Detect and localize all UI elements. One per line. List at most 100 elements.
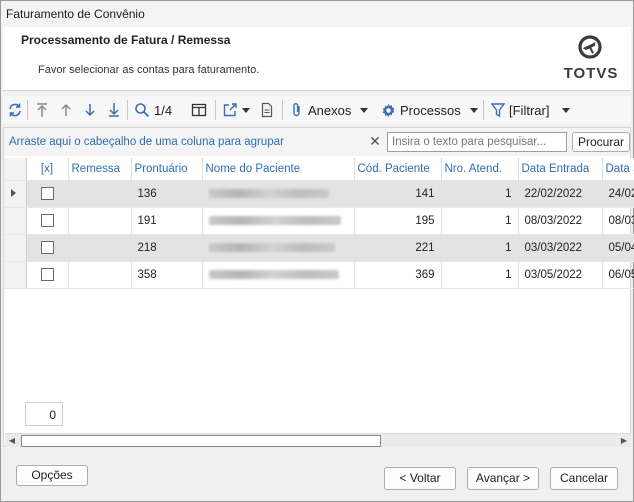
move-up-icon — [61, 103, 71, 116]
row-checkbox[interactable] — [40, 268, 54, 281]
data-entrada-cell: 03/03/2022 — [518, 234, 603, 262]
page-title: Processamento de Fatura / Remessa — [21, 33, 231, 47]
search-button[interactable]: Procurar — [572, 132, 630, 152]
table-header: [x] Remessa Prontuário Nome do Paciente … — [4, 158, 634, 181]
prontuario-cell: 218 — [131, 234, 203, 262]
columns-button[interactable] — [191, 100, 207, 120]
chevron-down-icon — [469, 108, 478, 113]
chevron-down-icon — [360, 108, 369, 113]
row-checkbox[interactable] — [40, 214, 54, 227]
table-row[interactable]: 191 195 1 08/03/2022 08/03 — [4, 207, 634, 235]
page-subtitle: Favor selecionar as contas para faturame… — [38, 64, 260, 76]
search-grid-button[interactable]: 1/4 — [134, 100, 172, 120]
logo-text: TOTVS — [563, 65, 619, 82]
column-header-cod-paciente[interactable]: Cód. Paciente — [354, 158, 442, 181]
column-header-remessa[interactable]: Remessa — [68, 158, 132, 181]
toolbar-separator — [127, 100, 128, 120]
move-down-button[interactable] — [82, 100, 98, 120]
next-button[interactable]: Avançar > — [467, 467, 539, 490]
remessa-cell — [68, 180, 132, 208]
scrollbar-thumb[interactable] — [21, 435, 381, 447]
cod-paciente-cell: 369 — [354, 261, 442, 289]
group-panel[interactable]: Arraste aqui o cabeçalho de uma coluna p… — [4, 128, 630, 156]
processos-menu[interactable]: Processos — [381, 100, 479, 120]
row-checkbox[interactable] — [40, 241, 54, 254]
data-saida-cell: 05/04 — [602, 234, 634, 262]
filtrar-label: [Filtrar] — [509, 102, 550, 118]
dialog-window: Faturamento de Convênio Processamento de… — [0, 0, 634, 502]
data-saida-cell: 06/05 — [602, 261, 634, 289]
report-button[interactable] — [259, 100, 275, 120]
move-last-icon — [109, 103, 119, 117]
move-last-button[interactable] — [106, 100, 122, 120]
redacted-name — [208, 269, 339, 279]
remessa-cell — [68, 234, 132, 262]
data-entrada-cell: 08/03/2022 — [518, 207, 603, 235]
cod-paciente-cell: 141 — [354, 180, 442, 208]
paperclip-icon — [293, 103, 300, 117]
column-header-nro-atend[interactable]: Nro. Atend. — [441, 158, 519, 181]
data-saida-cell: 08/03 — [602, 207, 634, 235]
options-button[interactable]: Opções — [16, 465, 88, 486]
column-header-select[interactable]: [x] — [26, 158, 69, 181]
toolbar-separator — [282, 100, 283, 120]
chevron-down-icon — [242, 108, 250, 113]
toolbar-separator — [27, 100, 28, 120]
prontuario-cell: 191 — [131, 207, 203, 235]
clear-search-icon[interactable]: ✕ — [366, 132, 384, 150]
search-icon — [135, 103, 150, 118]
group-hint: Arraste aqui o cabeçalho de uma coluna p… — [9, 136, 284, 148]
move-down-icon — [85, 104, 95, 117]
redacted-name — [208, 215, 341, 225]
page-indicator: 1/4 — [154, 102, 173, 118]
nome-paciente-cell — [202, 234, 355, 262]
totvs-logo-icon — [578, 35, 602, 59]
export-button[interactable] — [222, 100, 251, 120]
column-header-prontuario[interactable]: Prontuário — [131, 158, 203, 181]
row-indicator — [4, 234, 27, 262]
row-select-cell[interactable] — [26, 180, 69, 208]
refresh-button[interactable] — [7, 100, 23, 120]
data-saida-cell: 24/02 — [602, 180, 634, 208]
column-header-data-entrada[interactable]: Data Entrada — [518, 158, 603, 181]
remessa-cell — [68, 207, 132, 235]
anexos-menu[interactable]: Anexos — [290, 100, 369, 120]
cod-paciente-cell: 195 — [354, 207, 442, 235]
toolbar-separator — [215, 100, 216, 120]
title-bar: Faturamento de Convênio — [1, 1, 633, 27]
row-checkbox[interactable] — [40, 187, 54, 200]
move-up-button[interactable] — [58, 100, 74, 120]
remessa-cell — [68, 261, 132, 289]
filtrar-menu[interactable]: [Filtrar] — [491, 100, 571, 120]
column-header-data-saida[interactable]: Data S — [602, 158, 634, 181]
row-indicator — [4, 207, 27, 235]
prontuario-cell: 136 — [131, 180, 203, 208]
horizontal-scrollbar[interactable]: ◀ ▶ — [5, 433, 631, 447]
scroll-right-icon[interactable]: ▶ — [617, 434, 631, 448]
nome-paciente-cell — [202, 207, 355, 235]
accounts-table: [x] Remessa Prontuário Nome do Paciente … — [4, 158, 634, 289]
nro-atend-cell: 1 — [441, 180, 519, 208]
redacted-name — [208, 188, 329, 198]
move-first-button[interactable] — [34, 100, 50, 120]
gear-icon — [382, 103, 395, 117]
row-select-cell[interactable] — [26, 207, 69, 235]
row-select-cell[interactable] — [26, 261, 69, 289]
cod-paciente-cell: 221 — [354, 234, 442, 262]
table-row[interactable]: 218 221 1 03/03/2022 05/04 — [4, 234, 634, 262]
column-header-nome-paciente[interactable]: Nome do Paciente — [202, 158, 355, 181]
chevron-down-icon — [562, 108, 571, 113]
columns-icon — [191, 103, 207, 117]
row-select-cell[interactable] — [26, 234, 69, 262]
cancel-button[interactable]: Cancelar — [550, 467, 618, 490]
nome-paciente-cell — [202, 180, 355, 208]
table-row[interactable]: 358 369 1 03/05/2022 06/05 — [4, 261, 634, 289]
table-row[interactable]: 136 141 1 22/02/2022 24/02 — [4, 180, 634, 208]
back-button[interactable]: < Voltar — [384, 467, 456, 490]
nro-atend-cell: 1 — [441, 261, 519, 289]
grid-toolbar: 1/4 Anexos Processos [Filtrar] — [3, 96, 631, 124]
scroll-left-icon[interactable]: ◀ — [5, 434, 19, 448]
search-input[interactable] — [387, 132, 567, 152]
export-icon — [223, 103, 237, 117]
row-indicator — [4, 180, 27, 208]
